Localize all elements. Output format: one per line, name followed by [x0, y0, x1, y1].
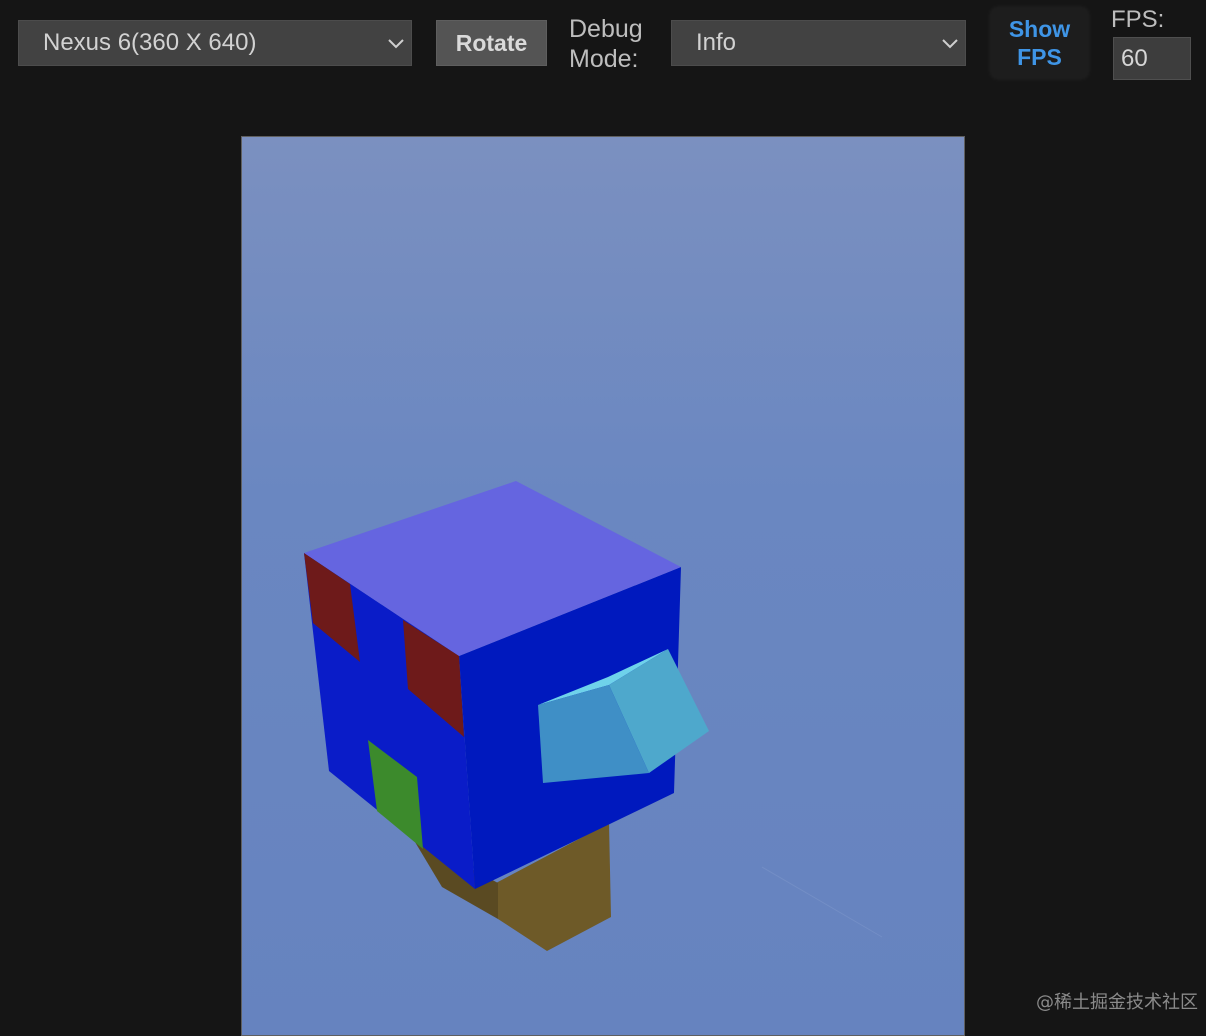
device-select-value: Nexus 6(360 X 640)	[43, 29, 257, 56]
debug-mode-label: Debug Mode:	[569, 15, 643, 73]
debug-mode-select-value: Info	[696, 29, 737, 56]
show-fps-button-label: Show FPS	[1008, 16, 1071, 70]
simulator-viewport[interactable]	[241, 136, 965, 1036]
show-fps-button[interactable]: Show FPS	[991, 8, 1088, 78]
scene-canvas	[304, 481, 883, 951]
chevron-down-icon	[942, 39, 958, 49]
toolbar: Nexus 6(360 X 640) Rotate Debug Mode: In…	[0, 0, 1206, 100]
fps-input[interactable]	[1113, 37, 1191, 80]
debug-mode-select[interactable]: Info	[671, 20, 966, 66]
chevron-down-icon	[388, 39, 404, 49]
rotate-button[interactable]: Rotate	[436, 20, 547, 66]
device-select[interactable]: Nexus 6(360 X 640)	[18, 20, 412, 66]
watermark: @稀土掘金技术社区	[1036, 992, 1198, 1013]
rotate-button-label: Rotate	[455, 29, 528, 56]
fps-label: FPS:	[1111, 6, 1165, 33]
